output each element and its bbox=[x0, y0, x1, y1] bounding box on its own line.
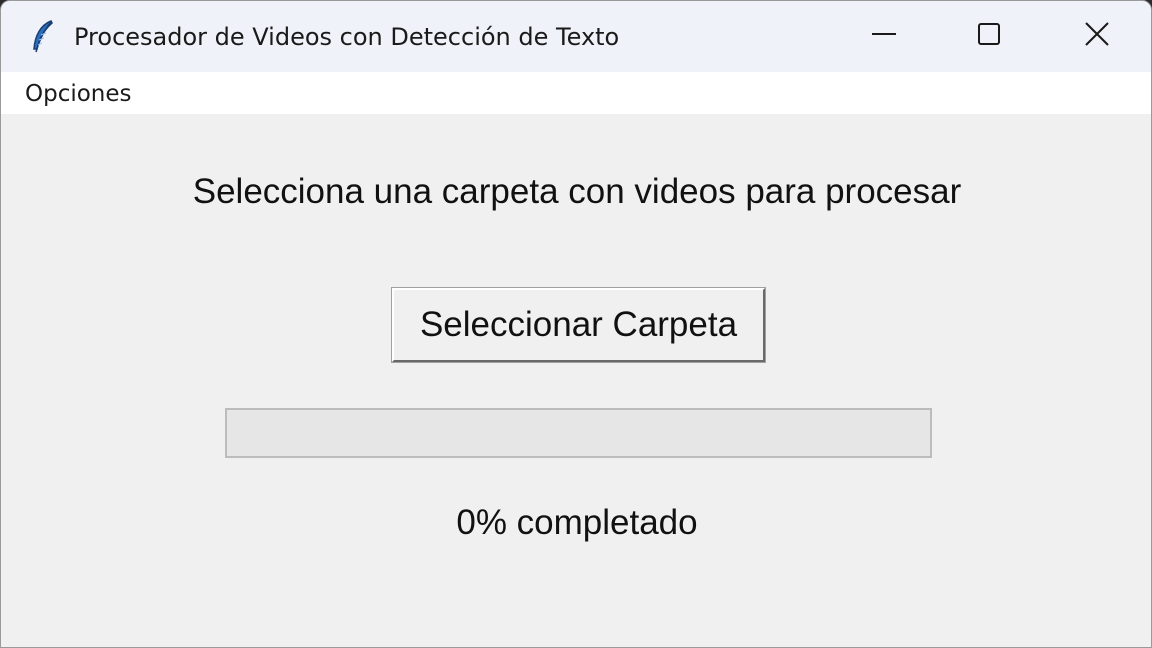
select-folder-button[interactable]: Seleccionar Carpeta bbox=[392, 288, 765, 362]
menu-bar: Opciones bbox=[1, 72, 1151, 114]
close-button[interactable] bbox=[1047, 1, 1147, 72]
maximize-button[interactable] bbox=[939, 1, 1039, 72]
window-title: Procesador de Videos con Detección de Te… bbox=[74, 23, 620, 51]
app-window: Procesador de Videos con Detección de Te… bbox=[0, 0, 1152, 648]
maximize-icon bbox=[976, 21, 1002, 52]
progress-label: 0% completado bbox=[456, 503, 698, 542]
close-icon bbox=[1083, 20, 1111, 53]
main-content: Selecciona una carpeta con videos para p… bbox=[1, 114, 1151, 647]
menu-item-opciones[interactable]: Opciones bbox=[23, 79, 134, 109]
progress-bar bbox=[225, 408, 932, 458]
feather-icon bbox=[29, 19, 57, 55]
instruction-label: Selecciona una carpeta con videos para p… bbox=[192, 172, 962, 211]
minimize-icon bbox=[871, 21, 897, 52]
title-bar[interactable]: Procesador de Videos con Detección de Te… bbox=[1, 1, 1151, 72]
minimize-button[interactable] bbox=[834, 1, 934, 72]
